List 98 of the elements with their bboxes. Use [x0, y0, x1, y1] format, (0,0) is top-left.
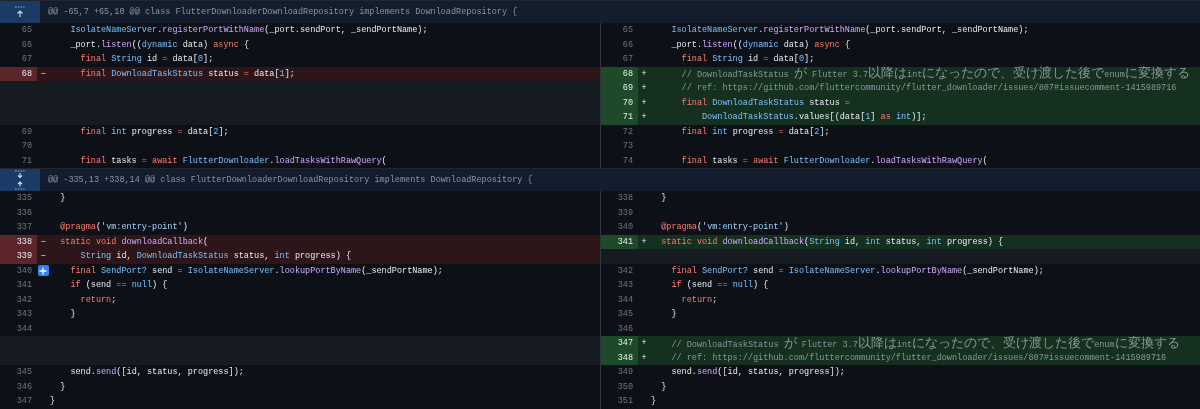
diff-sign: −	[40, 68, 46, 79]
code-line: DownloadTaskStatus.values[(data[1] as int)];	[701, 112, 927, 123]
diff-sign: −	[40, 251, 46, 262]
line-number[interactable]: 341	[0, 278, 37, 293]
code-line: static void downloadCallback(	[59, 236, 209, 247]
line-number[interactable]: 67	[601, 52, 638, 67]
line-number[interactable]: 69	[601, 81, 638, 96]
code-line: return;	[79, 294, 117, 305]
diff-sign: +	[641, 97, 647, 108]
line-number[interactable]: 350	[601, 379, 638, 394]
line-number[interactable]: 338	[601, 191, 638, 206]
code-line: }	[660, 193, 667, 204]
plus-icon	[39, 266, 47, 275]
line-number[interactable]: 339	[0, 249, 37, 264]
line-number[interactable]: 71	[601, 110, 638, 125]
code-line: return;	[680, 294, 718, 305]
code-line: // DownloadTaskStatus が Flutter 3.7以降はintになったので、受け渡した後でenumに変換する	[670, 336, 1180, 350]
line-number[interactable]: 65	[601, 23, 638, 38]
code-line: @pragma('vm:entry-point')	[59, 222, 188, 233]
hunk-header: @@ -335,13 +338,14 @@ class FlutterDownloaderDownloadRepository implements DownloadRepository {	[48, 175, 533, 185]
code-line: }	[59, 193, 66, 204]
code-line: }	[660, 381, 667, 392]
code-line: IsolateNameServer.registerPortWithName(_port.sendPort, _sendPortName);	[670, 25, 1029, 36]
line-number[interactable]: 340	[0, 263, 37, 278]
line-number[interactable]: 351	[601, 394, 638, 409]
diff-sign: +	[641, 236, 647, 247]
line-number[interactable]: 345	[601, 307, 638, 322]
line-number[interactable]: 68	[601, 66, 638, 81]
code-line: final SendPort? send = IsolateNameServer.lookupPortByName(_sendPortName);	[670, 265, 1044, 276]
expand-button[interactable]	[0, 1, 40, 23]
code-line: final DownloadTaskStatus status =	[680, 97, 850, 108]
diff-sign: +	[641, 338, 647, 349]
code-line: // ref: https://github.com/fluttercommunity/flutter_downloader/issues/807#issuecomment-1415989716	[680, 83, 1177, 94]
diff-sign: +	[641, 352, 647, 363]
code-line: // DownloadTaskStatus が Flutter 3.7以降はintになったので、受け渡した後でenumに変換する	[680, 67, 1190, 81]
code-line: final SendPort? send = IsolateNameServer.lookupPortByName(_sendPortName);	[69, 265, 443, 276]
hunk-header: @@ -65,7 +65,10 @@ class FlutterDownloaderDownloadRepository implements DownloadRepository {	[48, 7, 518, 17]
line-number[interactable]: 66	[0, 37, 37, 52]
code-line: }	[670, 309, 677, 320]
code-line: // ref: https://github.com/fluttercommunity/flutter_downloader/issues/807#issuecomment-1415989716	[670, 352, 1167, 363]
line-number[interactable]: 339	[601, 205, 638, 220]
line-number[interactable]: 73	[601, 139, 638, 154]
add-comment-button[interactable]	[37, 265, 49, 277]
line-number[interactable]: 65	[0, 23, 37, 38]
line-number[interactable]: 343	[601, 278, 638, 293]
code-line: final String id = data[0];	[79, 54, 214, 65]
diff-sign: −	[40, 236, 46, 247]
line-number[interactable]: 345	[0, 365, 37, 380]
code-line: final tasks = await FlutterDownloader.loadTasksWithRawQuery(	[79, 155, 387, 166]
line-number[interactable]: 69	[0, 124, 37, 139]
code-line: static void downloadCallback(String id, int status, int progress) {	[660, 236, 1004, 247]
line-number[interactable]: 70	[0, 139, 37, 154]
code-line: send.send([id, status, progress]);	[69, 367, 244, 378]
line-number[interactable]: 344	[601, 292, 638, 307]
line-number[interactable]: 336	[0, 205, 37, 220]
line-number[interactable]: 337	[0, 220, 37, 235]
line-number[interactable]: 342	[0, 292, 37, 307]
line-number[interactable]: 344	[0, 321, 37, 336]
code-line: send.send([id, status, progress]);	[670, 367, 845, 378]
line-number[interactable]: 68	[0, 66, 37, 81]
expand-up-icon	[13, 6, 27, 18]
line-number[interactable]: 341	[601, 234, 638, 249]
code-line: final int progress = data[2];	[680, 126, 830, 137]
line-number[interactable]: 338	[0, 234, 37, 249]
diff-sign: +	[641, 83, 647, 94]
line-number[interactable]: 347	[0, 394, 37, 409]
diff-sign: +	[641, 68, 647, 79]
code-line: }	[49, 396, 56, 407]
code-line: if (send == null) {	[670, 280, 769, 291]
code-line: final tasks = await FlutterDownloader.loadTasksWithRawQuery(	[680, 155, 988, 166]
code-line: @pragma('vm:entry-point')	[660, 222, 789, 233]
line-number[interactable]: 71	[0, 153, 37, 168]
line-number[interactable]: 347	[601, 336, 638, 351]
line-number[interactable]: 335	[0, 191, 37, 206]
line-number[interactable]: 66	[601, 37, 638, 52]
code-line: }	[650, 396, 657, 407]
line-number[interactable]: 340	[601, 220, 638, 235]
code-line: final DownloadTaskStatus status = data[1];	[79, 68, 295, 79]
diff-sign: +	[641, 112, 647, 123]
code-line: if (send == null) {	[69, 280, 168, 291]
code-line: _port.listen((dynamic data) async {	[69, 39, 249, 50]
line-number[interactable]: 72	[601, 124, 638, 139]
line-number[interactable]: 74	[601, 153, 638, 168]
code-line: String id, DownloadTaskStatus status, int progress) {	[79, 251, 351, 262]
code-line: final String id = data[0];	[680, 54, 815, 65]
line-number[interactable]: 346	[601, 321, 638, 336]
code-line: }	[69, 309, 76, 320]
expand-button[interactable]	[0, 169, 40, 191]
line-number[interactable]: 346	[0, 379, 37, 394]
line-number[interactable]: 342	[601, 263, 638, 278]
line-number[interactable]: 349	[601, 365, 638, 380]
expand-both-icon	[13, 170, 27, 190]
line-number[interactable]: 343	[0, 307, 37, 322]
code-line: final int progress = data[2];	[79, 126, 229, 137]
line-number[interactable]: 67	[0, 52, 37, 67]
code-line: _port.listen((dynamic data) async {	[670, 39, 850, 50]
code-line: IsolateNameServer.registerPortWithName(_port.sendPort, _sendPortName);	[69, 25, 428, 36]
code-line: }	[59, 381, 66, 392]
